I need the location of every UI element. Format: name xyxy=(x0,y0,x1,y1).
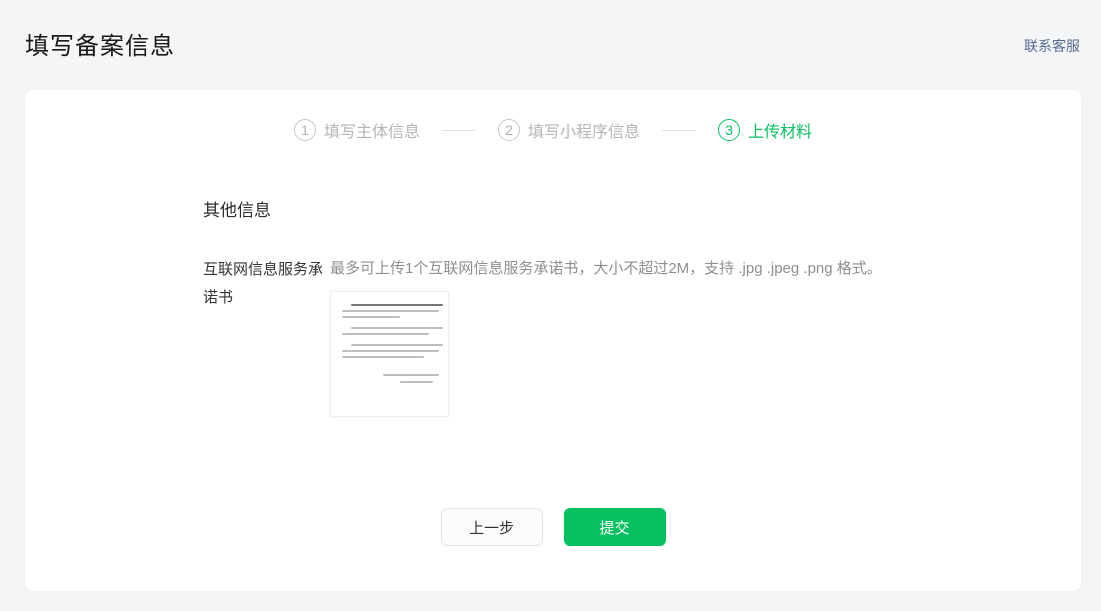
commitment-letter-field: 互联网信息服务承诺书 最多可上传1个互联网信息服务承诺书，大小不超过2M，支持 … xyxy=(203,256,1081,417)
filing-card: 1 填写主体信息 2 填写小程序信息 3 上传材料 其他信息 互联网信息服务承诺… xyxy=(25,90,1081,591)
step-3-label: 上传材料 xyxy=(748,118,812,142)
step-2-label: 填写小程序信息 xyxy=(528,118,640,142)
commitment-letter-label: 互联网信息服务承诺书 xyxy=(203,256,330,417)
progress-stepper: 1 填写主体信息 2 填写小程序信息 3 上传材料 xyxy=(25,90,1081,142)
step-miniprogram-info: 2 填写小程序信息 xyxy=(498,118,640,142)
upload-requirements-text: 最多可上传1个互联网信息服务承诺书，大小不超过2M，支持 .jpg .jpeg … xyxy=(330,256,1002,282)
commitment-letter-thumbnail[interactable] xyxy=(330,291,449,417)
step-subject-info: 1 填写主体信息 xyxy=(294,118,420,142)
contact-service-link[interactable]: 联系客服 xyxy=(1024,36,1080,56)
form-actions: 上一步 提交 xyxy=(25,508,1081,546)
previous-step-button[interactable]: 上一步 xyxy=(441,508,543,546)
step-upload-materials: 3 上传材料 xyxy=(718,118,812,142)
step-1-number-badge: 1 xyxy=(294,119,316,141)
other-info-section: 其他信息 互联网信息服务承诺书 最多可上传1个互联网信息服务承诺书，大小不超过2… xyxy=(203,196,1081,417)
step-connector xyxy=(662,130,696,131)
commitment-letter-content: 最多可上传1个互联网信息服务承诺书，大小不超过2M，支持 .jpg .jpeg … xyxy=(330,256,1081,417)
section-title: 其他信息 xyxy=(203,196,1081,221)
submit-button[interactable]: 提交 xyxy=(564,508,666,546)
step-connector xyxy=(442,130,476,131)
page-header: 填写备案信息 联系客服 xyxy=(0,0,1101,90)
page-title: 填写备案信息 xyxy=(25,26,175,61)
step-3-number-badge: 3 xyxy=(718,119,740,141)
step-1-label: 填写主体信息 xyxy=(324,118,420,142)
document-scan-lines xyxy=(342,304,439,388)
step-2-number-badge: 2 xyxy=(498,119,520,141)
